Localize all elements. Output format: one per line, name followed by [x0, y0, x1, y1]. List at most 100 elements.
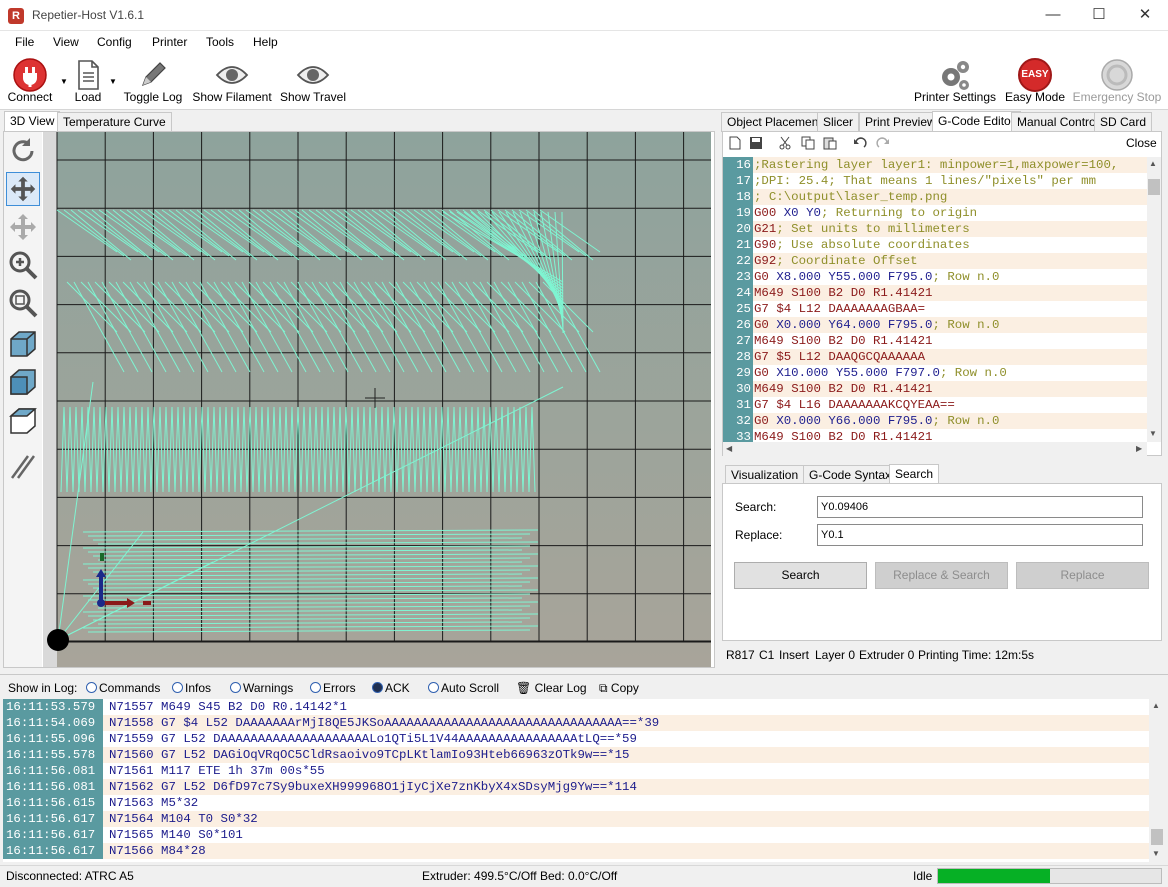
zoom-icon[interactable] [6, 248, 40, 282]
connect-dropdown-icon[interactable]: ▼ [60, 77, 68, 86]
close-editor-button[interactable]: Close [1126, 136, 1157, 150]
print-progress-bar [937, 868, 1162, 884]
tab-manual-control[interactable]: Manual Control [1011, 112, 1105, 132]
scroll-thumb[interactable] [1151, 829, 1163, 845]
load-dropdown-icon[interactable]: ▼ [109, 77, 117, 86]
tab-temperature-curve[interactable]: Temperature Curve [57, 112, 172, 132]
editor-vertical-scrollbar[interactable]: ▲ ▼ [1147, 157, 1161, 442]
code-line[interactable]: 28 G7 $5 L12 DAAQGCQAAAAAA [723, 349, 1147, 365]
toggle-log-button[interactable]: Toggle Log [120, 55, 186, 107]
tab-print-preview[interactable]: Print Preview [859, 112, 942, 132]
connect-button[interactable]: Connect [2, 55, 58, 107]
paste-icon[interactable] [823, 136, 837, 150]
code-text: G7 $5 L12 DAAQGCQAAAAAA [754, 350, 926, 364]
code-line[interactable]: 30 M649 S100 B2 D0 R1.41421 [723, 381, 1147, 397]
code-line[interactable]: 22 G92; Coordinate Offset [723, 253, 1147, 269]
auto-scroll-toggle[interactable]: Auto Scroll [428, 681, 499, 695]
tab-gcode-syntax[interactable]: G-Code Syntax [803, 465, 898, 485]
ack-toggle[interactable]: ACK [372, 681, 410, 695]
power-plug-icon [13, 58, 47, 92]
easy-mode-icon: EASY [1018, 58, 1052, 92]
move-view-icon[interactable] [6, 172, 40, 206]
temperature-status: Extruder: 499.5°C/Off Bed: 0.0°C/Off [422, 869, 618, 883]
scroll-down-icon[interactable]: ▼ [1152, 849, 1160, 858]
copy-icon[interactable] [801, 136, 815, 150]
tab-3d-view[interactable]: 3D View [4, 111, 61, 132]
close-window-button[interactable]: ✕ [1122, 0, 1168, 31]
code-line[interactable]: 19 G00 X0 Y0; Returning to origin [723, 205, 1147, 221]
code-line[interactable]: 20 G21; Set units to millimeters [723, 221, 1147, 237]
clear-log-label: Clear Log [534, 681, 587, 695]
code-line[interactable]: 29 G0 X10.000 Y55.000 F797.0; Row n.0 [723, 365, 1147, 381]
minimize-button[interactable]: — [1030, 0, 1076, 31]
code-line[interactable]: 32 G0 X0.000 Y66.000 F795.0; Row n.0 [723, 413, 1147, 429]
replace-button[interactable]: Replace [1016, 562, 1149, 589]
show-travel-button[interactable]: Show Travel [278, 55, 348, 107]
undo-icon[interactable] [853, 136, 867, 150]
menu-view[interactable]: View [53, 35, 79, 49]
menu-printer[interactable]: Printer [152, 35, 187, 49]
code-line[interactable]: 23 G0 X8.000 Y55.000 F795.0; Row n.0 [723, 269, 1147, 285]
load-button[interactable]: Load [68, 55, 108, 107]
scroll-right-icon[interactable]: ▶ [1136, 444, 1142, 453]
front-view-icon[interactable] [6, 365, 40, 399]
gcode-text-area[interactable]: 16 ;Rastering layer layer1: minpower=1,ma… [723, 157, 1147, 442]
scroll-up-icon[interactable]: ▲ [1152, 701, 1160, 710]
code-line[interactable]: 17 ;DPI: 25.4; That means 1 lines/"pixels… [723, 173, 1147, 189]
code-line[interactable]: 21 G90; Use absolute coordinates [723, 237, 1147, 253]
infos-toggle[interactable]: Infos [172, 681, 211, 695]
maximize-button[interactable]: ☐ [1076, 0, 1122, 31]
search-button[interactable]: Search [734, 562, 867, 589]
tab-object-placement[interactable]: Object Placement [721, 112, 828, 132]
code-line[interactable]: 26 G0 X0.000 Y64.000 F795.0; Row n.0 [723, 317, 1147, 333]
easy-mode-button[interactable]: EASY Easy Mode [1002, 55, 1068, 107]
scroll-thumb[interactable] [1148, 179, 1160, 195]
replace-and-search-button[interactable]: Replace & Search [875, 562, 1008, 589]
code-line[interactable]: 33 M649 S100 B2 D0 R1.41421 [723, 429, 1147, 442]
emergency-stop-button[interactable]: Emergency Stop [1072, 55, 1162, 107]
show-filament-button[interactable]: Show Filament [190, 55, 274, 107]
menu-file[interactable]: File [15, 35, 34, 49]
cut-icon[interactable] [778, 136, 792, 150]
code-line[interactable]: 27 M649 S100 B2 D0 R1.41421 [723, 333, 1147, 349]
code-line[interactable]: 16 ;Rastering layer layer1: minpower=1,ma… [723, 157, 1147, 173]
menu-config[interactable]: Config [97, 35, 132, 49]
reset-view-icon[interactable] [6, 134, 40, 168]
top-view-icon[interactable] [6, 404, 40, 438]
isometric-view-icon[interactable] [6, 327, 40, 361]
code-line[interactable]: 24 M649 S100 B2 D0 R1.41421 [723, 285, 1147, 301]
errors-toggle[interactable]: Errors [310, 681, 356, 695]
save-icon[interactable] [749, 136, 763, 150]
move-object-icon[interactable] [6, 210, 40, 244]
commands-toggle[interactable]: Commands [86, 681, 160, 695]
tab-slicer[interactable]: Slicer [817, 112, 860, 132]
scroll-down-icon[interactable]: ▼ [1149, 429, 1157, 438]
redo-icon[interactable] [876, 136, 890, 150]
warnings-toggle[interactable]: Warnings [230, 681, 293, 695]
printer-settings-button[interactable]: Printer Settings [912, 55, 998, 107]
search-input[interactable]: Y0.09406 [817, 496, 1143, 518]
fit-view-icon[interactable] [6, 286, 40, 320]
replace-input[interactable]: Y0.1 [817, 524, 1143, 546]
copy-log-button[interactable]: ⧉ Copy [599, 681, 639, 696]
menu-help[interactable]: Help [253, 35, 278, 49]
code-line[interactable]: 25 G7 $4 L12 DAAAAAAAGBAA= [723, 301, 1147, 317]
editor-horizontal-scrollbar[interactable]: ◀ ▶ [723, 442, 1147, 456]
code-line[interactable]: 31 G7 $4 L16 DAAAAAAAKCQYEAA== [723, 397, 1147, 413]
log-area[interactable]: 16:11:53.579 N71557 M649 S45 B2 D0 R0.141… [3, 699, 1149, 862]
tab-visualization[interactable]: Visualization [725, 465, 805, 485]
code-line[interactable]: 18; C:\output\laser_temp.png [723, 189, 1147, 205]
3d-viewport[interactable] [43, 132, 711, 667]
menu-tools[interactable]: Tools [206, 35, 234, 49]
tab-gcode-editor[interactable]: G-Code Editor [932, 111, 1021, 132]
scroll-up-icon[interactable]: ▲ [1149, 159, 1157, 168]
clear-log-button[interactable]: 🗑 Clear Log [516, 681, 587, 695]
tab-search[interactable]: Search [889, 464, 940, 485]
code-text: M649 S100 B2 D0 R1.41421 [754, 286, 933, 300]
new-file-icon[interactable] [728, 136, 742, 150]
log-scrollbar[interactable]: ▲ ▼ [1149, 699, 1165, 862]
scroll-left-icon[interactable]: ◀ [726, 444, 732, 453]
tab-sd-card[interactable]: SD Card [1094, 112, 1153, 132]
parallel-projection-icon[interactable] [6, 450, 40, 484]
code-text: G0 X10.000 Y55.000 F797.0; Row n.0 [754, 366, 1007, 380]
